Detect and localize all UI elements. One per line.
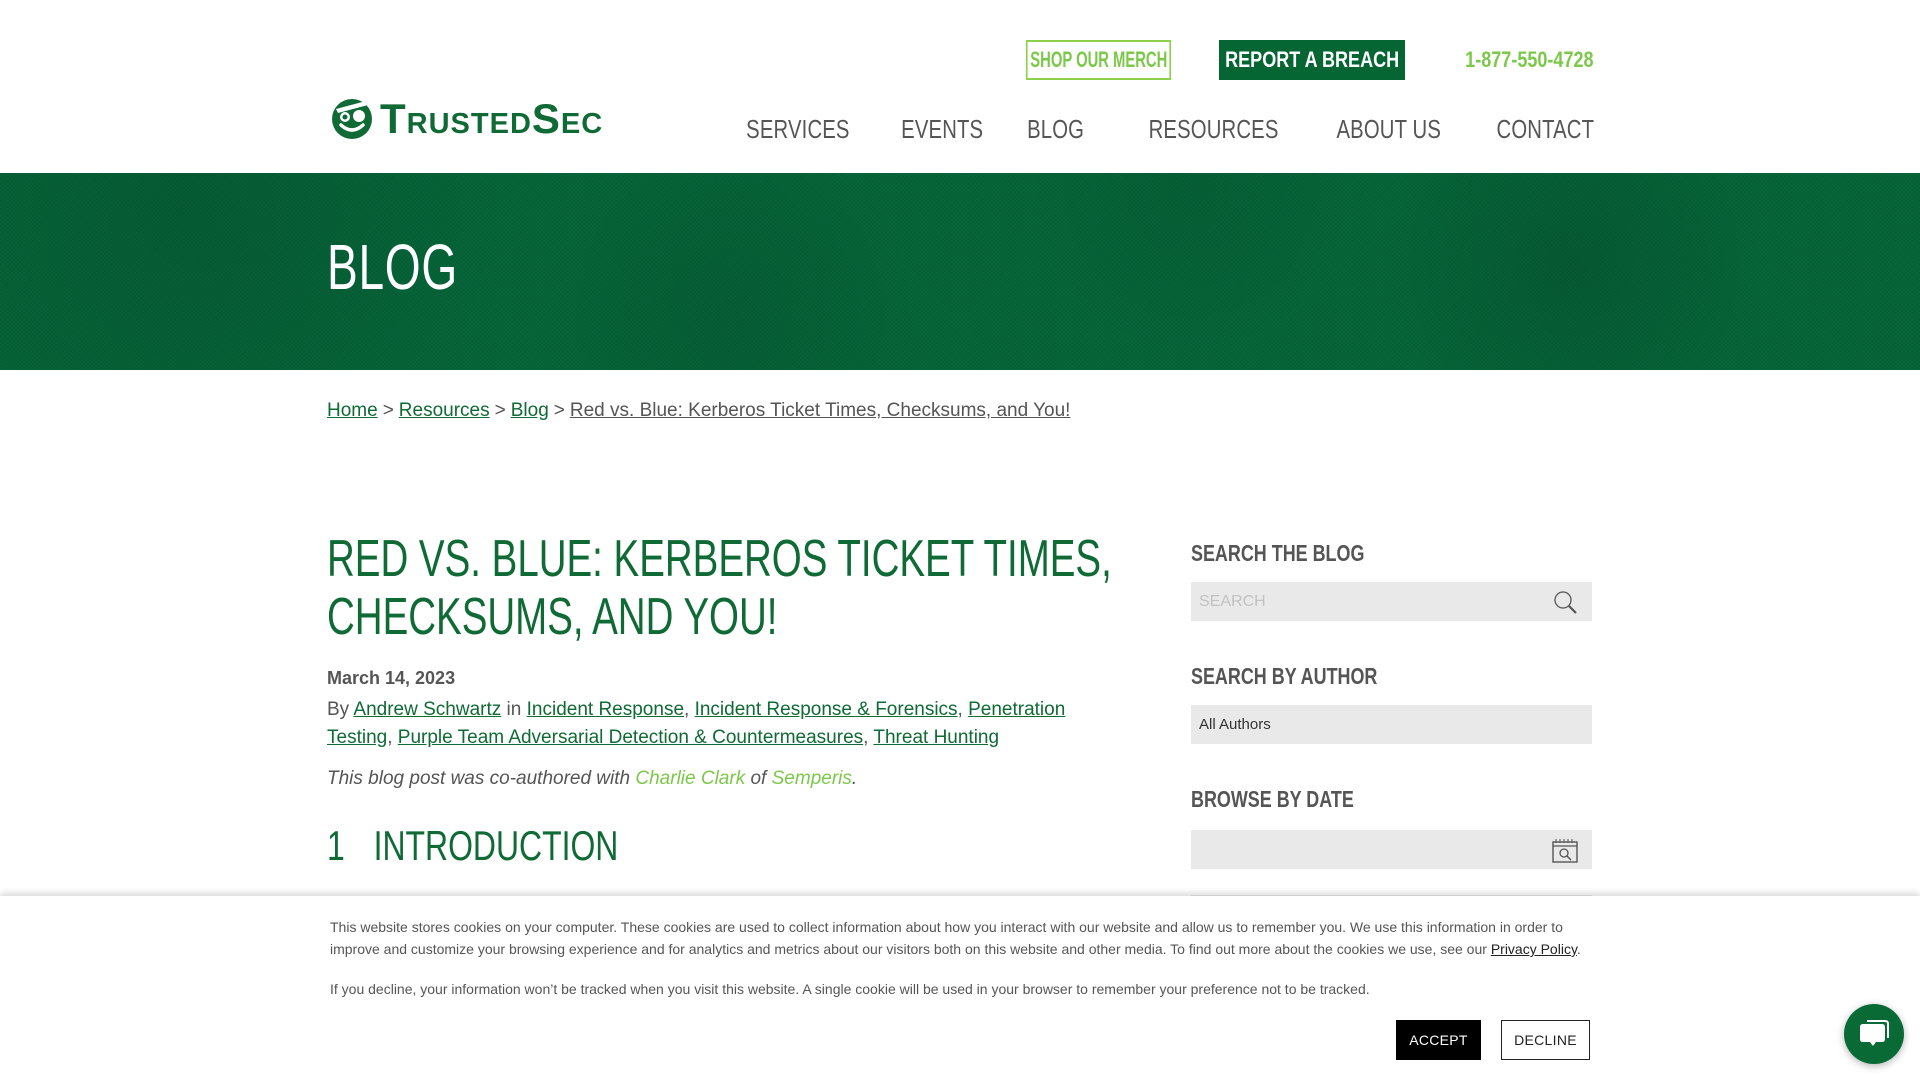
sidebar: SEARCH THE BLOG SEARCH BY AUTHOR All Aut…: [1191, 540, 1592, 934]
coauthor-note: This blog post was co-authored with Char…: [327, 768, 857, 790]
by-label: By: [327, 699, 350, 720]
report-breach-button[interactable]: REPORT A BREACH: [1219, 40, 1406, 80]
section-title: INTRODUCTION: [373, 822, 619, 869]
cookie-decline-text: If you decline, your information won’t b…: [330, 981, 1370, 997]
breadcrumb-resources[interactable]: Resources: [399, 400, 490, 421]
post-title: Red vs. Blue: Kerberos Ticket Times, Che…: [327, 530, 1112, 646]
privacy-policy-link[interactable]: Privacy Policy: [1491, 941, 1577, 957]
cookie-text-main: This website stores cookies on your comp…: [330, 919, 1563, 957]
cookie-text: This website stores cookies on your comp…: [330, 916, 1600, 960]
coauthor-org-link[interactable]: Semperis: [772, 768, 852, 789]
search-blog-heading: SEARCH THE BLOG: [1191, 540, 1365, 566]
coauthor-prefix: This blog post was co-authored with: [327, 768, 631, 789]
nav-events[interactable]: EVENTS: [878, 114, 983, 145]
breadcrumb-separator: >: [382, 400, 394, 421]
cookie-text-end: .: [1576, 941, 1581, 957]
breadcrumb: Home > Resources > Blog > Red vs. Blue: Kerber…: [327, 400, 1070, 422]
blog-post: Red vs. Blue: Kerberos Ticket Times, Che…: [327, 530, 1127, 869]
decline-cookies-button[interactable]: DECLINE: [1501, 1020, 1590, 1060]
coauthor-of: of: [750, 768, 767, 789]
nav-about-us[interactable]: ABOUT US: [1307, 114, 1441, 145]
pirate-smiley-logo-icon: [332, 99, 372, 139]
nav-resources[interactable]: RESOURCES: [1112, 114, 1279, 145]
nav-contact[interactable]: CONTACT: [1469, 114, 1594, 145]
main-nav: SERVICES EVENTS BLOG RESOURCES ABOUT US …: [717, 114, 1594, 145]
category-link[interactable]: Purple Team Adversarial Detection & Coun…: [398, 727, 863, 748]
post-meta: By Andrew Schwartz in Incident Response,…: [327, 699, 1066, 748]
banner-title: BLOG: [327, 231, 458, 303]
breadcrumb-blog[interactable]: Blog: [511, 400, 549, 421]
logo-link[interactable]: TrustedSec: [330, 97, 603, 141]
category-link[interactable]: Incident Response: [527, 699, 684, 720]
section-heading: 1 INTRODUCTION: [327, 822, 618, 870]
category-link[interactable]: Threat Hunting: [873, 727, 999, 748]
shop-merch-button[interactable]: SHOP OUR MERCH: [1026, 40, 1172, 80]
breadcrumb-current-post[interactable]: Red vs. Blue: Kerberos Ticket Times, Che…: [570, 400, 1071, 421]
search-field: [1191, 582, 1592, 621]
accept-cookies-button[interactable]: ACCEPT: [1396, 1020, 1481, 1060]
report-breach-label: REPORT A BREACH: [1225, 47, 1400, 72]
nav-blog[interactable]: BLOG: [1011, 114, 1084, 145]
shop-merch-label: SHOP OUR MERCH: [1030, 47, 1168, 72]
date-from-field: [1191, 830, 1592, 869]
logo-text: TrustedSec: [380, 95, 604, 142]
breadcrumb-separator: >: [494, 400, 506, 421]
cookie-consent-banner: This website stores cookies on your comp…: [0, 896, 1920, 1080]
site-header: TrustedSec SHOP OUR MERCH REPORT A BREAC…: [0, 0, 1920, 173]
in-label: in: [506, 699, 522, 720]
section-number: 1: [327, 822, 345, 869]
nav-services[interactable]: SERVICES: [717, 114, 850, 145]
author-select[interactable]: All Authors: [1191, 705, 1592, 744]
breadcrumb-separator: >: [553, 400, 565, 421]
chat-widget-button[interactable]: [1844, 1004, 1904, 1064]
author-select-value: All Authors: [1199, 716, 1271, 733]
header-actions: SHOP OUR MERCH REPORT A BREACH 1-877-550…: [1010, 40, 1594, 80]
search-icon[interactable]: [1552, 589, 1578, 615]
search-input[interactable]: [1199, 592, 1529, 611]
post-date: March 14, 2023: [327, 668, 456, 688]
author-link[interactable]: Andrew Schwartz: [353, 699, 501, 720]
coauthor-suffix: .: [851, 768, 858, 789]
coauthor-link[interactable]: Charlie Clark: [635, 768, 745, 789]
page-banner: BLOG: [0, 173, 1920, 370]
breadcrumb-home[interactable]: Home: [327, 400, 378, 421]
date-from-input[interactable]: [1199, 840, 1529, 859]
category-link[interactable]: Incident Response & Forensics: [695, 699, 958, 720]
browse-date-heading: BROWSE BY DATE: [1191, 786, 1354, 812]
chat-bubble-icon: [1860, 1020, 1889, 1046]
search-author-heading: SEARCH BY AUTHOR: [1191, 663, 1378, 689]
calendar-search-icon[interactable]: [1552, 837, 1578, 863]
phone-link[interactable]: 1-877-550-4728: [1466, 47, 1594, 73]
